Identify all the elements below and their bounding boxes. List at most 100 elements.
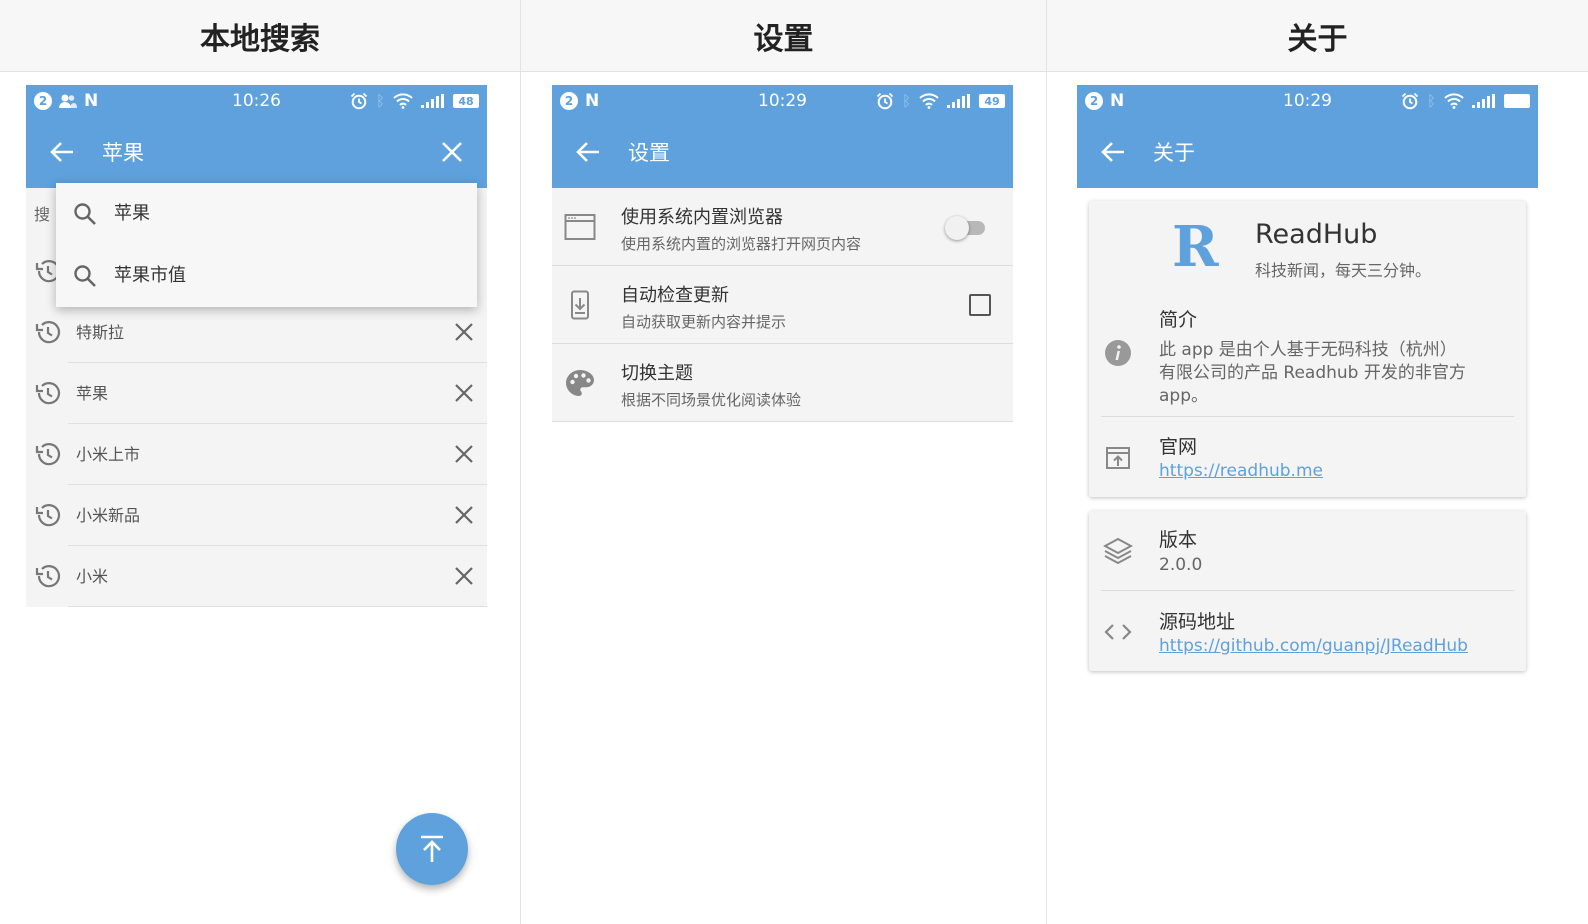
version-label: 版本 [1159, 529, 1198, 551]
wifi-icon [393, 93, 413, 109]
battery-icon: 48 [453, 94, 479, 108]
suggestion-text: 苹果市值 [114, 265, 186, 286]
delete-history-icon[interactable] [453, 565, 475, 587]
panel-caption: 关于 [1047, 0, 1588, 72]
history-row[interactable]: 小米新品 [26, 485, 487, 546]
history-header-label: 搜 [34, 205, 51, 224]
suggestion-text: 苹果 [114, 203, 150, 224]
history-row[interactable]: 特斯拉 [26, 302, 487, 363]
phone-screen: 2 N 10:26 ᛒ 48 苹果 搜 特斯拉 苹果 小米上市 小米新品 小米 … [26, 85, 487, 924]
builtin-browser-toggle[interactable] [945, 216, 987, 240]
about-card: R ReadHub 科技新闻，每天三分钟。 简介 此 app 是由个人基于无码科… [1089, 201, 1526, 497]
setting-title: 切换主题 [621, 363, 693, 384]
palette-icon [566, 370, 594, 396]
app-name: ReadHub [1255, 219, 1378, 250]
alarm-icon [876, 92, 894, 110]
history-text: 特斯拉 [76, 323, 125, 342]
setting-auto-update[interactable]: 自动检查更新 自动获取更新内容并提示 [552, 266, 1013, 344]
setting-subtitle: 自动获取更新内容并提示 [621, 313, 787, 331]
history-row[interactable]: 小米上市 [26, 424, 487, 485]
phone-screen: 2 N 10:29 ᛒ 49 设置 使用系统内置浏览器 使用系统内置的浏览器打开… [552, 85, 1013, 924]
battery-icon [1504, 94, 1530, 108]
intro-line: 有限公司的产品 Readhub 开发的非官方 [1159, 363, 1466, 383]
delete-history-icon[interactable] [453, 382, 475, 404]
setting-builtin-browser[interactable]: 使用系统内置浏览器 使用系统内置的浏览器打开网页内容 [552, 188, 1013, 266]
history-text: 小米 [76, 567, 109, 586]
setting-title: 自动检查更新 [621, 285, 729, 306]
signal-icon [947, 94, 970, 108]
delete-history-icon[interactable] [453, 321, 475, 343]
scroll-to-top-button[interactable] [396, 813, 468, 885]
intro-line: 此 app 是由个人基于无码科技（杭州） [1159, 340, 1457, 360]
panel-local-search: 本地搜索 2 N 10:26 ᛒ 48 苹果 搜 特斯拉 苹果 小米上市 小米新… [0, 0, 520, 924]
browser-window-icon [564, 214, 596, 240]
search-query-field[interactable]: 苹果 [102, 118, 144, 188]
page-title: 关于 [1153, 141, 1195, 165]
alarm-icon [1401, 92, 1419, 110]
layers-icon [1103, 537, 1133, 565]
arrow-up-icon [421, 835, 443, 862]
search-suggestions-dropdown: 苹果 苹果市值 [56, 183, 477, 307]
phone-screen: 2 N 10:29 ᛒ 关于 R ReadHub 科技新闻，每天三分钟。 简介 … [1077, 85, 1538, 924]
back-arrow-icon[interactable] [48, 138, 76, 166]
open-in-browser-icon [1106, 447, 1130, 469]
suggestion-item[interactable]: 苹果 [56, 183, 477, 245]
version-card: 版本 2.0.0 源码地址 https://github.com/guanpj/… [1089, 511, 1526, 671]
delete-history-icon[interactable] [453, 443, 475, 465]
about-app-bar: 关于 [1077, 118, 1538, 188]
search-app-bar: 苹果 [26, 118, 487, 188]
page-title: 设置 [628, 141, 670, 165]
alarm-icon [350, 92, 368, 110]
history-icon [35, 565, 61, 588]
wifi-icon [1444, 93, 1464, 109]
setting-subtitle: 根据不同场景优化阅读体验 [621, 391, 802, 409]
suggestion-item[interactable]: 苹果市值 [56, 245, 477, 307]
auto-update-checkbox[interactable] [969, 294, 991, 316]
intro-label: 简介 [1159, 309, 1198, 331]
website-link[interactable]: https://readhub.me [1159, 461, 1323, 481]
status-bar: 2 N 10:29 ᛒ 49 [552, 85, 1013, 118]
setting-switch-theme[interactable]: 切换主题 根据不同场景优化阅读体验 [552, 344, 1013, 422]
intro-line: app。 [1159, 386, 1208, 406]
history-row[interactable]: 小米 [26, 546, 487, 607]
history-icon [35, 504, 61, 527]
bluetooth-icon: ᛒ [375, 92, 385, 110]
wifi-icon [919, 93, 939, 109]
history-icon [35, 443, 61, 466]
setting-subtitle: 使用系统内置的浏览器打开网页内容 [621, 235, 862, 253]
app-logo: R [1172, 214, 1219, 280]
clear-search-icon[interactable] [439, 139, 465, 165]
settings-app-bar: 设置 [552, 118, 1013, 188]
search-icon [74, 203, 96, 225]
version-value: 2.0.0 [1159, 555, 1203, 575]
panel-about: 关于 2 N 10:29 ᛒ 关于 R ReadHub 科技新闻，每天三分钟。 [1047, 0, 1588, 924]
source-link[interactable]: https://github.com/guanpj/JReadHub [1159, 636, 1468, 656]
panel-caption: 设置 [521, 0, 1046, 72]
status-bar: 2 N 10:29 ᛒ [1077, 85, 1538, 118]
history-icon [35, 321, 61, 344]
code-icon [1104, 624, 1132, 640]
search-icon [74, 265, 96, 287]
signal-icon [421, 94, 444, 108]
website-label: 官网 [1159, 436, 1198, 458]
info-icon [1105, 340, 1131, 366]
back-arrow-icon[interactable] [1099, 138, 1127, 166]
history-text: 小米上市 [76, 445, 141, 464]
panel-settings: 设置 2 N 10:29 ᛒ 49 设置 使用系统内置浏览器 使用系统内置的浏览… [521, 0, 1046, 924]
bluetooth-icon: ᛒ [1426, 92, 1436, 110]
battery-icon: 49 [979, 94, 1005, 108]
setting-title: 使用系统内置浏览器 [621, 207, 783, 228]
download-update-icon [571, 290, 589, 320]
bluetooth-icon: ᛒ [901, 92, 911, 110]
app-tagline: 科技新闻，每天三分钟。 [1255, 261, 1432, 280]
history-row[interactable]: 苹果 [26, 363, 487, 424]
history-text: 苹果 [76, 384, 109, 403]
panel-caption: 本地搜索 [0, 0, 520, 72]
history-icon [35, 382, 61, 405]
signal-icon [1472, 94, 1495, 108]
status-bar: 2 N 10:26 ᛒ 48 [26, 85, 487, 118]
delete-history-icon[interactable] [453, 504, 475, 526]
back-arrow-icon[interactable] [574, 138, 602, 166]
history-text: 小米新品 [76, 506, 141, 525]
source-label: 源码地址 [1159, 611, 1236, 633]
